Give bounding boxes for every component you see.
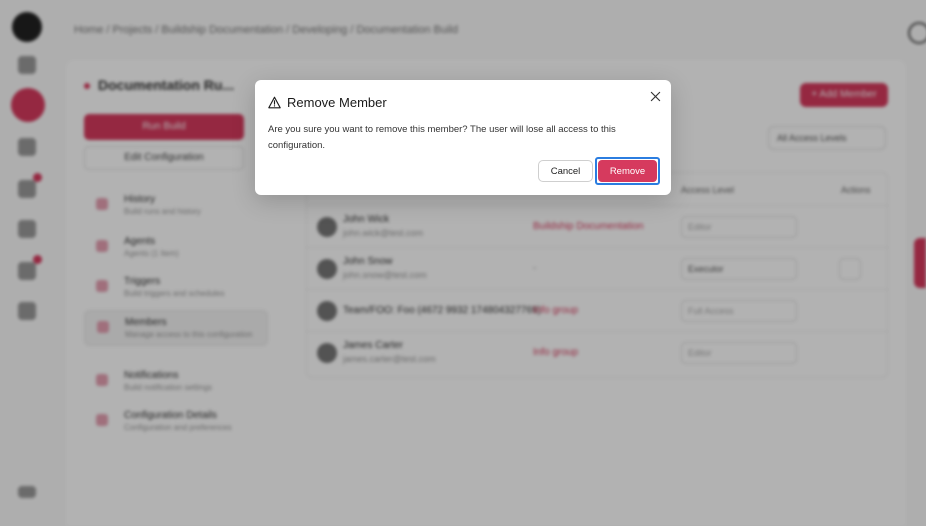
dialog-header: Remove Member — [268, 95, 387, 110]
close-button[interactable] — [648, 89, 662, 103]
modal-backdrop[interactable] — [0, 0, 926, 526]
remove-member-dialog: Remove Member Are you sure you want to r… — [255, 80, 671, 195]
close-icon — [650, 91, 660, 101]
remove-button[interactable]: Remove — [598, 160, 657, 182]
dialog-message: Are you sure you want to remove this mem… — [268, 124, 616, 151]
dialog-title: Remove Member — [287, 95, 387, 110]
cancel-button[interactable]: Cancel — [538, 160, 593, 182]
warning-icon — [268, 96, 281, 109]
